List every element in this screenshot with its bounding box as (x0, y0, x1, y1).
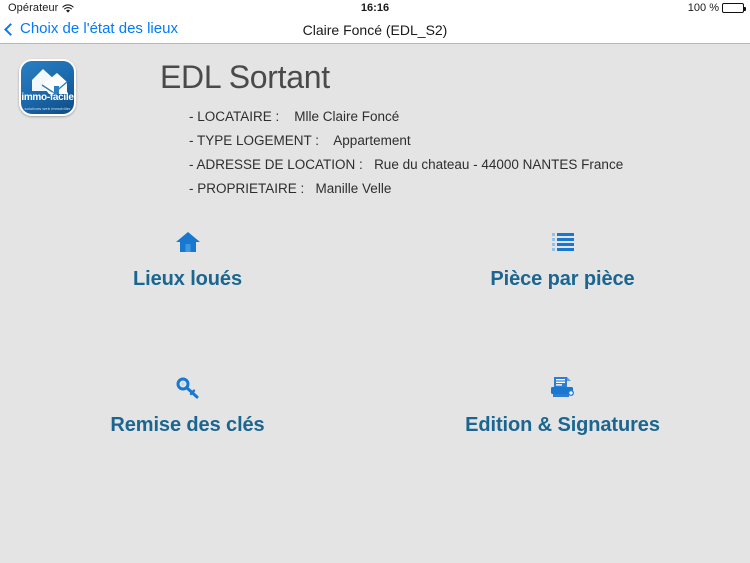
logo-name: immo-facile (21, 92, 74, 103)
main-content: immo-facile solutions web immobilier EDL… (0, 45, 750, 563)
app-logo: immo-facile solutions web immobilier (19, 59, 76, 116)
detail-row: - LOCATAIRE : Mlle Claire Foncé (189, 109, 623, 124)
detail-label: - TYPE LOGEMENT : (189, 133, 320, 148)
status-bar: Opérateur 16:16 100 % (0, 0, 750, 18)
status-time: 16:16 (360, 2, 390, 14)
detail-row: - PROPRIETAIRE : Manille Velle (189, 181, 623, 196)
tile-remise-des-cles[interactable]: Remise des clés (0, 355, 375, 500)
house-icon (175, 228, 201, 256)
detail-label: - LOCATAIRE : (189, 109, 280, 124)
tile-label: Pièce par pièce (490, 268, 635, 290)
page-title: Claire Foncé (EDL_S2) (302, 22, 448, 38)
detail-value: Manille Velle (315, 181, 392, 196)
detail-label: - ADRESSE DE LOCATION : (189, 157, 363, 172)
tile-label: Lieux loués (133, 268, 242, 290)
tile-label: Remise des clés (110, 414, 265, 436)
logo-tagline: solutions web immobilier (24, 106, 71, 111)
edl-heading: EDL Sortant (160, 59, 330, 95)
battery-percent-label: 100 % (687, 2, 719, 14)
tile-label: Edition & Signatures (465, 414, 660, 436)
status-bar-right: 100 % (687, 2, 746, 14)
detail-label: - PROPRIETAIRE : (189, 181, 305, 196)
detail-row: - ADRESSE DE LOCATION : Rue du chateau -… (189, 157, 623, 172)
tile-edition-signatures[interactable]: Edition & Signatures (375, 355, 750, 500)
menu-tiles: Lieux loués Pièce par pièce Remise des c… (0, 210, 750, 500)
key-icon (176, 374, 200, 402)
detail-value: Mlle Claire Foncé (294, 109, 400, 124)
tile-lieux-loues[interactable]: Lieux loués (0, 210, 375, 355)
detail-value: Rue du chateau - 44000 NANTES France (374, 157, 624, 172)
battery-full-icon (722, 3, 746, 13)
list-icon (551, 228, 574, 256)
navigation-bar: Choix de l'état des lieux Claire Foncé (… (0, 18, 750, 44)
property-details: - LOCATAIRE : Mlle Claire Foncé - TYPE L… (189, 109, 623, 205)
printer-icon (550, 374, 576, 402)
detail-value: Appartement (333, 133, 411, 148)
detail-row: - TYPE LOGEMENT : Appartement (189, 133, 623, 148)
tile-piece-par-piece[interactable]: Pièce par pièce (375, 210, 750, 355)
